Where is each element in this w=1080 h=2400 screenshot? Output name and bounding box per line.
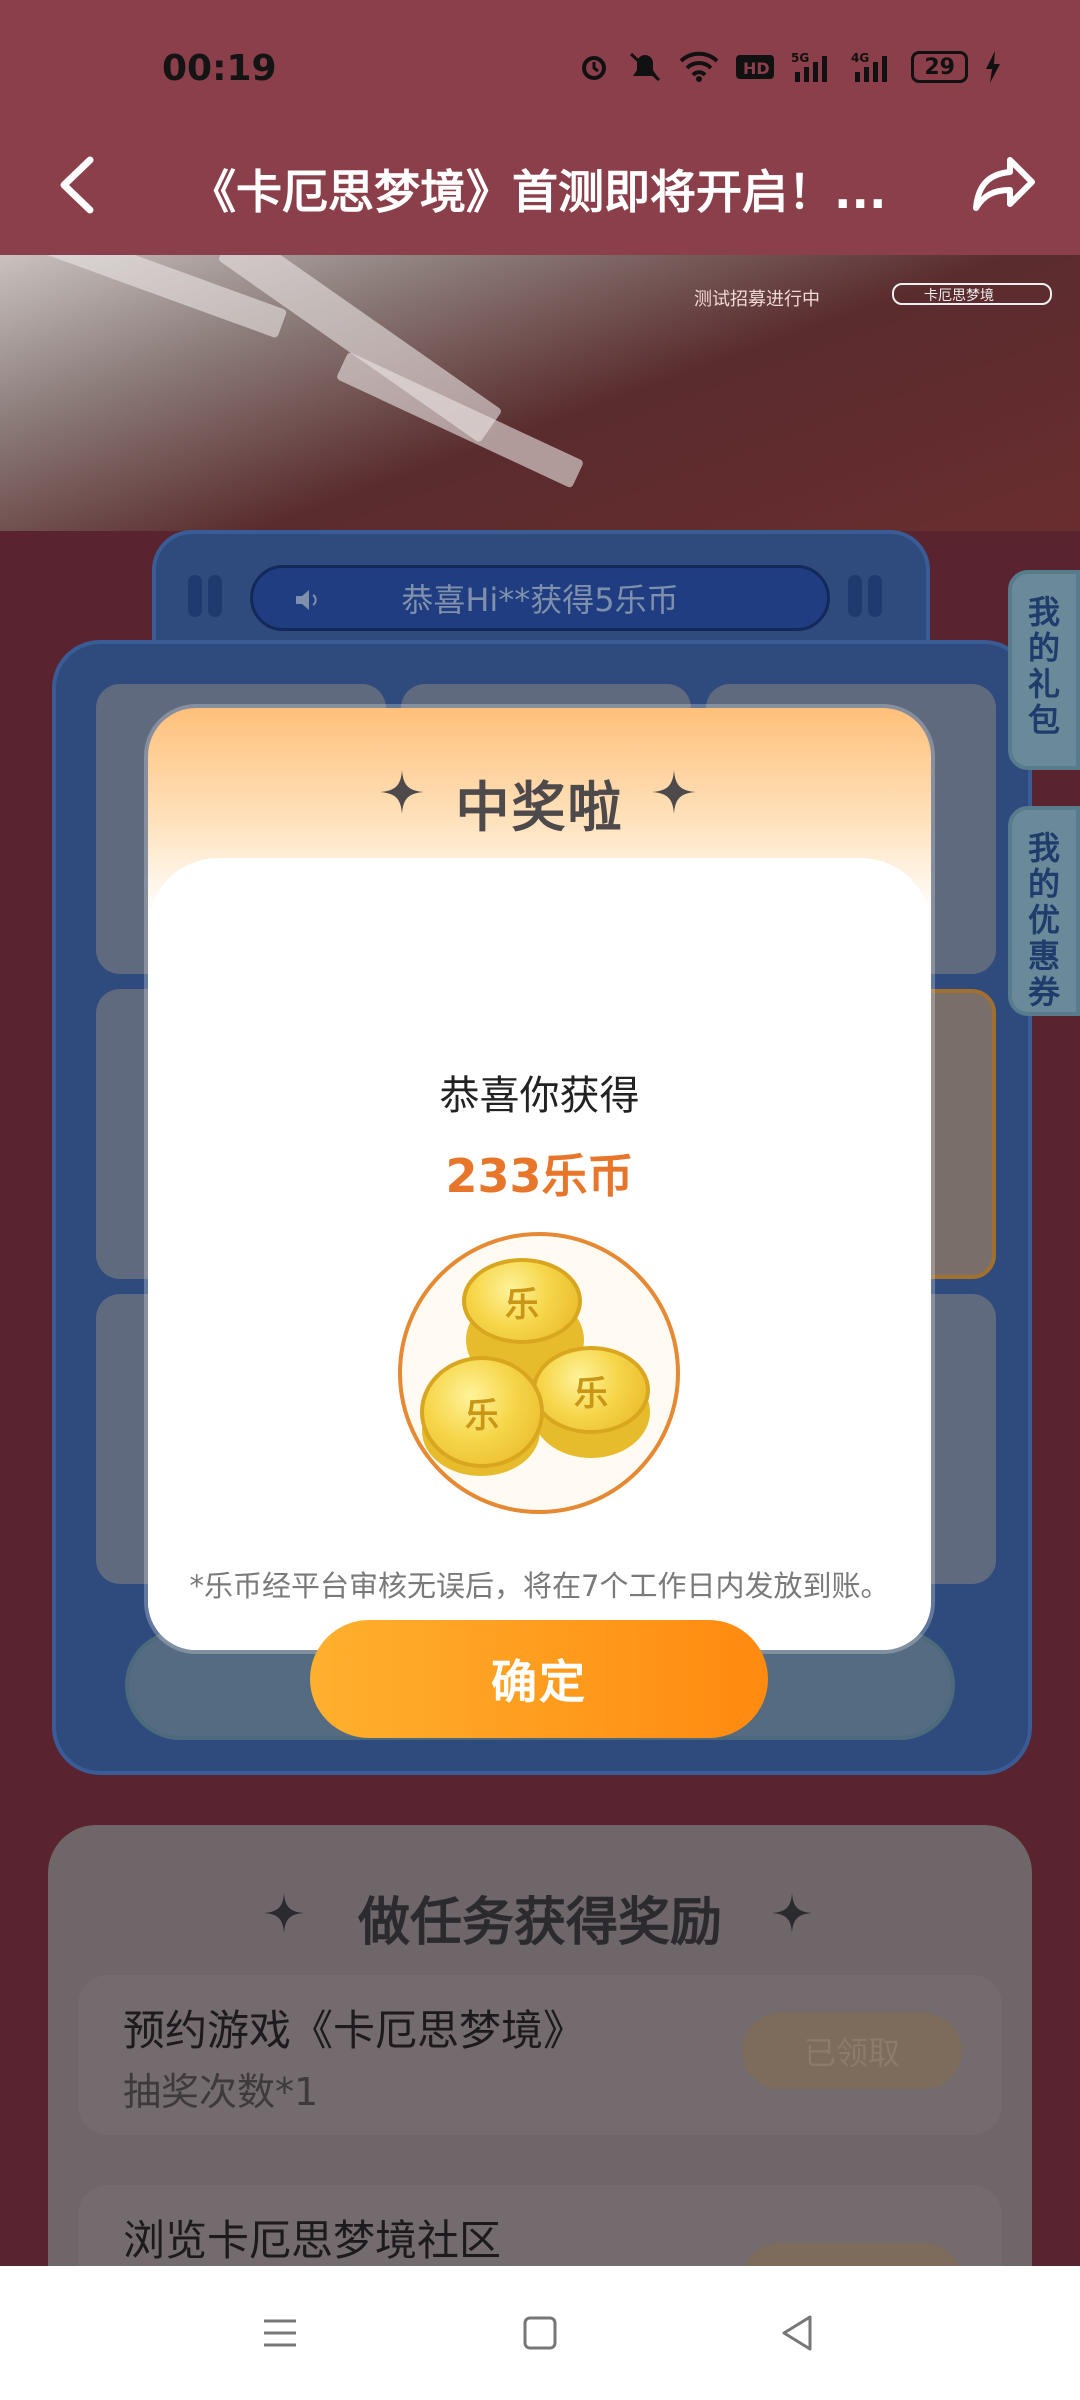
congrats-text: 恭喜你获得 [439,1073,640,1119]
coin-char: 乐 [574,1373,608,1414]
speaker-icon [296,590,317,610]
winner-ticker: 恭喜Hi**获得5乐币 [250,565,830,631]
sparkle-icon [772,1893,812,1933]
payout-note: *乐币经平台审核无误后，将在7个工作日内发放到账。 [189,1569,890,1603]
back-nav-icon[interactable] [776,2311,820,2355]
home-icon[interactable] [518,2311,562,2355]
charging-icon [986,51,1000,83]
task-claimed-button[interactable]: 已领取 [742,2013,962,2089]
wifi-icon [679,51,719,82]
signal-4g-icon: 4G [851,51,888,82]
my-coupons-label: 我的优惠券 [1027,829,1060,1011]
ticker-deco-left [188,575,228,617]
battery-indicator: 29 [911,51,968,83]
coin-char: 乐 [505,1284,539,1325]
task-reward: 抽奖次数*1 [123,2070,319,2114]
system-nav-bar [0,2266,1080,2400]
banner-tagline: 测试招募进行中 [694,289,820,310]
task-name: 预约游戏《卡厄思梦境》 [123,2006,586,2055]
coin: 乐 [462,1258,582,1344]
modal-body: 恭喜你获得 233乐币 乐 乐 乐 *乐币经平台审核无误后，将在7个工作日内发放… [148,858,931,1738]
status-time: 00:19 [162,48,277,89]
battery-level: 29 [924,54,955,80]
my-gifts-tab[interactable]: 我的礼包 [1008,570,1080,770]
back-icon[interactable] [50,150,110,220]
status-icons: HD 5G 4G 29 [577,50,1002,84]
coins-icon: 乐 乐 乐 [398,1232,680,1514]
menu-icon[interactable] [258,2311,302,2355]
tasks-title: 做任务获得奖励 [357,1893,722,1953]
banner-image: 测试招募进行中 卡厄思梦境 [0,255,1080,531]
status-bar: 00:19 HD 5G 4G 29 [0,0,1080,120]
prize-modal: 中奖啦 恭喜你获得 233乐币 乐 乐 乐 *乐币经平台审核无误后，将在7个工作… [148,708,931,1738]
share-icon[interactable] [970,150,1040,220]
svg-text:4G: 4G [851,51,869,65]
prize-amount: 233乐币 [445,1149,634,1203]
task-name: 浏览卡厄思梦境社区 [123,2216,502,2265]
banner-art-stroke [335,351,585,489]
ticker-text: 恭喜Hi**获得5乐币 [401,581,679,619]
ticker-deco-right [848,575,888,617]
mute-icon [630,52,661,82]
hd-icon: HD [736,55,775,79]
modal-title: 中奖啦 [455,776,624,839]
nav-bar: 《卡厄思梦境》首测即将开启！... [0,120,1080,255]
svg-text:HD: HD [743,59,770,78]
confirm-button[interactable]: 确定 [310,1620,768,1738]
my-gifts-label: 我的礼包 [1027,593,1060,739]
alarm-icon [582,56,607,80]
my-coupons-tab[interactable]: 我的优惠券 [1008,806,1080,1016]
coin: 乐 [420,1356,544,1468]
svg-text:5G: 5G [791,51,809,65]
page-title: 《卡厄思梦境》首测即将开启！... [190,165,887,219]
signal-5g-icon: 5G [791,51,828,82]
task-item: 预约游戏《卡厄思梦境》 抽奖次数*1 已领取 [78,1975,1002,2135]
coin-char: 乐 [465,1395,499,1436]
banner-search-box: 卡厄思梦境 [892,283,1052,305]
sparkle-icon [652,770,696,814]
coin: 乐 [532,1346,650,1434]
